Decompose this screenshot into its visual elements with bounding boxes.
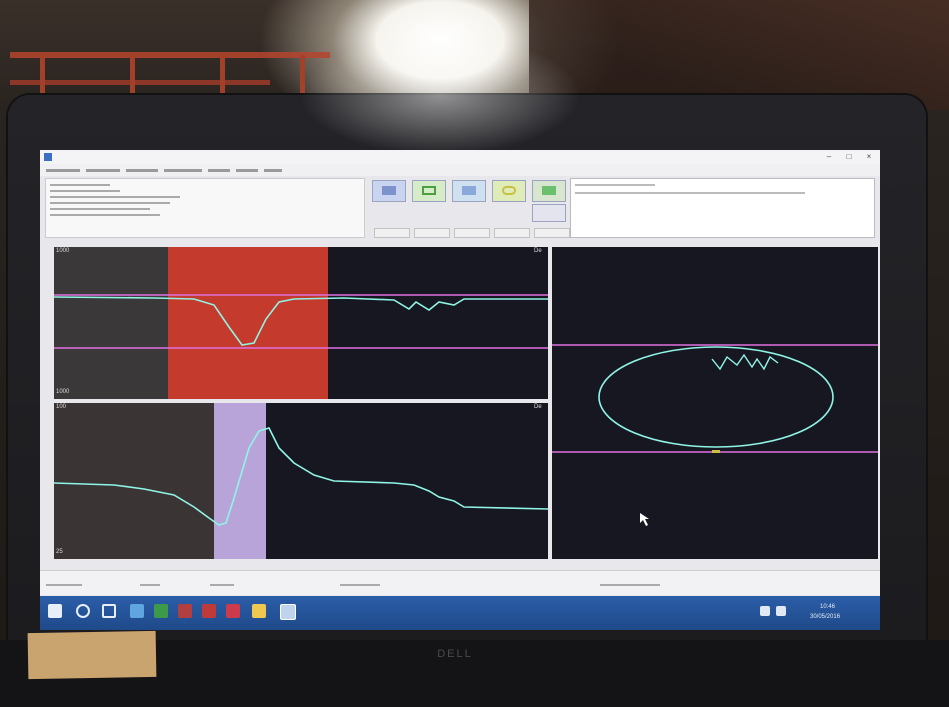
info-line: [50, 214, 160, 216]
laptop-brand-logo: DELL: [437, 648, 473, 660]
app-icon[interactable]: [178, 604, 192, 618]
laptop-screen: – □ × 1000 1000 De 100 25 De 10:46 30/05…: [40, 150, 880, 630]
impedance-plane: [552, 247, 878, 559]
lilac-gate-zone: [214, 403, 266, 559]
red-railing-lower: [10, 80, 270, 85]
network-icon[interactable]: [760, 606, 770, 616]
window-titlebar: – □ ×: [40, 150, 880, 165]
start-icon[interactable]: [48, 604, 62, 618]
y-min-label: 25: [56, 549, 63, 555]
shaded-region: [54, 247, 168, 399]
volume-icon[interactable]: [776, 606, 786, 616]
task-view-icon[interactable]: [102, 604, 116, 618]
small-button[interactable]: [534, 228, 570, 238]
strip-chart-top-svg: [54, 247, 548, 399]
message-line: [575, 184, 655, 186]
small-button[interactable]: [494, 228, 530, 238]
chrome-icon[interactable]: [154, 604, 168, 618]
menu-item[interactable]: [86, 169, 120, 172]
railing-post: [220, 55, 225, 100]
message-panel: [570, 178, 875, 238]
status-field: [340, 584, 380, 586]
message-line: [575, 192, 805, 194]
close-button[interactable]: ×: [860, 150, 878, 164]
railing-post: [130, 55, 135, 100]
info-line: [50, 202, 170, 204]
menu-item[interactable]: [236, 169, 258, 172]
maximize-button[interactable]: □: [840, 150, 858, 164]
status-field: [140, 584, 160, 586]
corner-label: De: [534, 404, 542, 410]
info-line: [50, 190, 120, 192]
impedance-plane-svg: [552, 344, 878, 526]
app-icon[interactable]: [226, 604, 240, 618]
app-icon: [44, 153, 52, 161]
back-wall: [529, 0, 949, 110]
menu-item[interactable]: [264, 169, 282, 172]
lissajous-loop: [598, 346, 834, 448]
info-line: [50, 196, 180, 198]
strip-chart-bottom: 100 25 De: [54, 403, 548, 559]
tool-icon: [502, 186, 516, 195]
red-railing: [10, 52, 330, 58]
file-icon[interactable]: [130, 604, 144, 618]
tool-icon: [422, 186, 436, 195]
railing-post: [300, 55, 305, 100]
status-field: [210, 584, 234, 586]
strip-chart-bottom-svg: [54, 403, 548, 559]
folder-icon[interactable]: [252, 604, 266, 618]
signal-noise: [711, 353, 779, 371]
tool-button[interactable]: [452, 180, 486, 202]
menu-item[interactable]: [126, 169, 158, 172]
y-max-label: 100: [56, 404, 67, 410]
app-icon[interactable]: [202, 604, 216, 618]
tool-button[interactable]: [492, 180, 526, 202]
railing-post: [40, 55, 45, 100]
small-button[interactable]: [374, 228, 410, 238]
app-icon[interactable]: [280, 604, 296, 620]
status-bar: [40, 570, 880, 595]
tool-button[interactable]: [532, 180, 566, 202]
sticker-label: [27, 630, 157, 680]
menu-item[interactable]: [46, 169, 80, 172]
tool-button[interactable]: [412, 180, 446, 202]
small-button[interactable]: [414, 228, 450, 238]
gate-marker: [712, 450, 720, 453]
taskbar-clock-time[interactable]: 10:46: [820, 604, 835, 610]
tool-icon: [462, 186, 476, 195]
minimize-button[interactable]: –: [820, 150, 838, 164]
small-button[interactable]: [454, 228, 490, 238]
plots-area: 1000 1000 De 100 25 De: [50, 245, 880, 563]
strip-chart-top: 1000 1000 De: [54, 247, 548, 399]
taskbar-clock-date[interactable]: 30/05/2016: [810, 614, 840, 620]
cursor-tool-button[interactable]: [532, 204, 566, 222]
red-gate-zone: [168, 247, 328, 399]
corner-label: De: [534, 248, 542, 254]
windows-taskbar: 10:46 30/05/2016: [40, 596, 880, 630]
status-field: [46, 584, 82, 586]
tool-button[interactable]: [372, 180, 406, 202]
tool-icon: [542, 186, 556, 195]
probe-info-panel: [45, 178, 365, 238]
menu-item[interactable]: [164, 169, 202, 172]
tool-icon: [382, 186, 396, 195]
status-field: [600, 584, 660, 586]
menu-bar: [40, 164, 880, 176]
mouse-cursor-icon: [640, 513, 649, 526]
menu-item[interactable]: [208, 169, 230, 172]
info-line: [50, 184, 110, 186]
info-line: [50, 208, 150, 210]
shaded-region: [54, 403, 214, 559]
y-min-label: 1000: [56, 389, 70, 395]
y-max-label: 1000: [56, 248, 70, 254]
search-icon[interactable]: [76, 604, 90, 618]
